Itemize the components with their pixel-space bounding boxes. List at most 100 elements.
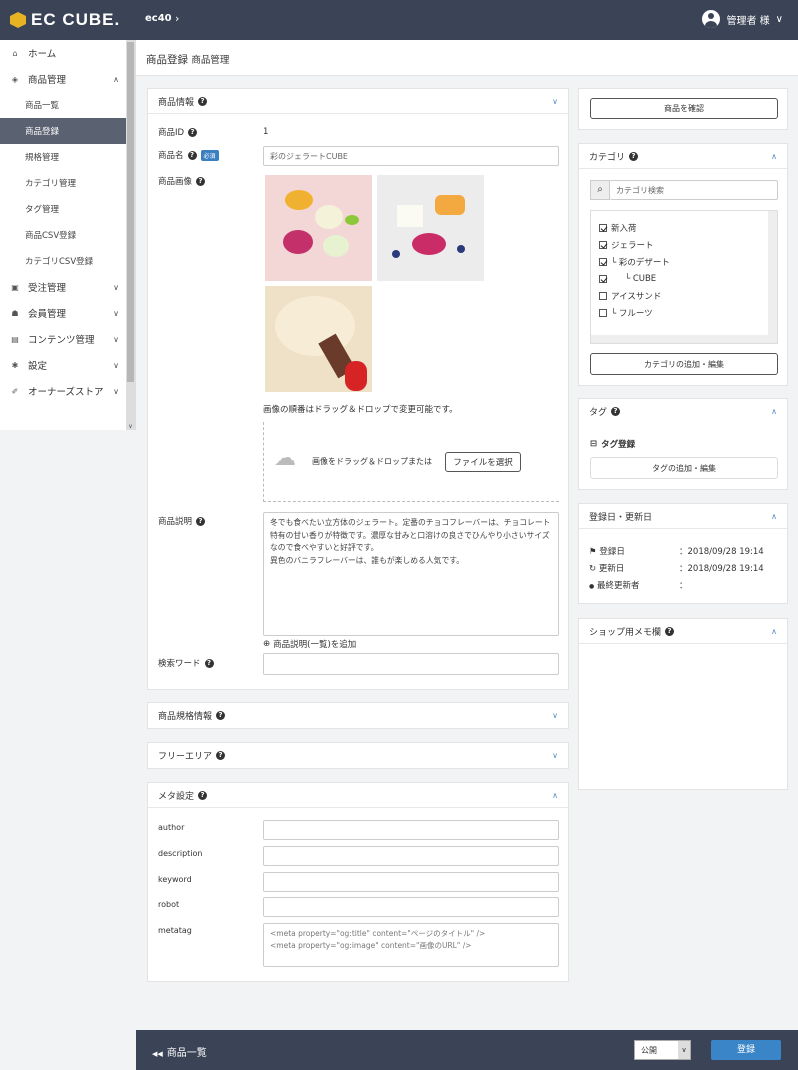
memo-textarea[interactable] — [579, 645, 787, 779]
help-icon[interactable]: ? — [188, 127, 198, 137]
card-title: タグ — [589, 408, 608, 418]
card-title: メタ設定 — [158, 791, 195, 802]
category-card: カテゴリ? ∧ ⌕ カテゴリ検索 新入荷 ジェラート └ 彩のデザート └ CUB… — [578, 143, 788, 386]
ec-cube-logo[interactable]: EC CUBE. — [10, 10, 120, 30]
help-icon[interactable]: ? — [216, 751, 226, 760]
product-image-2[interactable] — [377, 175, 484, 281]
sidebar-item-owners-store[interactable]: ✐ オーナーズストア ∨ — [0, 378, 127, 404]
chevron-up-icon[interactable]: ∧ — [771, 152, 777, 161]
category-edit-button[interactable]: カテゴリの追加・編集 — [590, 353, 778, 375]
help-icon[interactable]: ? — [665, 626, 675, 636]
sidebar-item-contents[interactable]: ▤ コンテンツ管理 ∨ — [0, 326, 127, 352]
help-icon[interactable]: ? — [187, 150, 197, 160]
category-search[interactable]: ⌕ カテゴリ検索 — [590, 180, 778, 200]
category-search-input[interactable]: カテゴリ検索 — [610, 180, 778, 200]
category-header[interactable]: カテゴリ? ∧ — [579, 144, 787, 169]
robot-input[interactable] — [263, 897, 559, 917]
sidebar-item-home[interactable]: ⌂ ホーム — [0, 40, 127, 66]
scrollbar-thumb[interactable] — [127, 42, 134, 382]
robot-label: robot — [158, 900, 180, 909]
sidebar-subitem-product-csv[interactable]: 商品CSV登録 — [0, 222, 127, 248]
tag-edit-button[interactable]: タグの追加・編集 — [590, 457, 778, 479]
chevron-up-icon[interactable]: ∧ — [771, 512, 777, 521]
file-select-button[interactable]: ファイルを選択 — [445, 452, 521, 472]
save-button[interactable]: 登録 — [711, 1040, 781, 1060]
help-icon[interactable]: ? — [198, 96, 208, 106]
user-menu[interactable]: 管理者 様 ∨ — [702, 10, 783, 28]
drop-text: 画像をドラッグ＆ドロップまたは — [312, 457, 432, 466]
tag-header[interactable]: タグ? ∧ — [579, 399, 787, 424]
chevron-up-icon[interactable]: ∧ — [771, 407, 777, 416]
back-to-list-link[interactable]: ◀◀ 商品一覧 — [152, 1044, 207, 1059]
product-info-header[interactable]: 商品情報? ∨ — [148, 89, 568, 114]
category-item[interactable]: └ フルーツ — [599, 304, 777, 321]
category-item[interactable]: ジェラート — [599, 236, 777, 253]
help-icon[interactable]: ? — [198, 790, 208, 800]
checkbox[interactable] — [599, 291, 607, 300]
product-image-1[interactable] — [265, 175, 372, 281]
sidebar-item-settings[interactable]: ✱ 設定 ∨ — [0, 352, 127, 378]
sidebar-subitem-product-register[interactable]: 商品登録 — [0, 118, 127, 144]
sidebar-item-customers[interactable]: ☗ 会員管理 ∨ — [0, 300, 127, 326]
category-item[interactable]: └ 彩のデザート — [599, 253, 777, 270]
sidebar-item-orders[interactable]: ▣ 受注管理 ∨ — [0, 274, 127, 300]
keyword-input[interactable] — [263, 872, 559, 892]
sidebar-scrollbar[interactable]: ∨ — [126, 40, 135, 430]
sidebar-subitem-class[interactable]: 規格管理 — [0, 144, 127, 170]
status-select[interactable]: 公開 ∨ — [634, 1040, 691, 1060]
checkbox[interactable] — [599, 240, 607, 249]
shop-name-link[interactable]: ec40 — [145, 13, 172, 24]
search-word-input[interactable] — [263, 653, 559, 675]
chevron-down-icon[interactable]: ∨ — [552, 711, 558, 720]
memo-header[interactable]: ショップ用メモ欄? ∧ — [579, 619, 787, 644]
chevron-up-icon: ∧ — [113, 74, 119, 84]
sidebar: ⌂ ホーム ◈ 商品管理 ∧ 商品一覧 商品登録 規格管理 カテゴリ管理 タグ管理 商… — [0, 40, 136, 430]
card-title: 商品情報 — [158, 97, 195, 108]
author-input[interactable] — [263, 820, 559, 840]
checkbox[interactable] — [599, 223, 607, 232]
preview-product-button[interactable]: 商品を確認 — [590, 98, 778, 119]
description-textarea[interactable]: 冬でも食べたい立方体のジェラート。定番のチョコフレーバーは、チョコレート特有の甘… — [263, 512, 559, 636]
scroll-down-arrow-icon[interactable]: ∨ — [126, 423, 135, 430]
home-icon: ⌂ — [12, 48, 18, 58]
sidebar-subitem-category-csv[interactable]: カテゴリCSV登録 — [0, 248, 127, 274]
category-item[interactable]: アイスサンド — [599, 287, 777, 304]
product-name-input[interactable]: 彩のジェラートCUBE — [263, 146, 559, 166]
help-icon[interactable]: ? — [204, 658, 214, 668]
product-spec-header[interactable]: 商品規格情報? ∨ — [148, 703, 568, 728]
description-meta-input[interactable] — [263, 846, 559, 866]
chevron-down-icon[interactable]: ∨ — [552, 97, 558, 106]
category-scrollbar[interactable] — [768, 211, 777, 343]
help-icon[interactable]: ? — [216, 711, 226, 720]
chevron-down-icon: ∨ — [113, 282, 119, 292]
cloud-upload-icon: ☁ — [274, 446, 296, 471]
keyword-label: keyword — [158, 875, 192, 884]
checkbox[interactable] — [599, 257, 607, 266]
sidebar-subitem-category[interactable]: カテゴリ管理 — [0, 170, 127, 196]
checkbox[interactable] — [599, 274, 607, 283]
category-h-scrollbar[interactable] — [591, 335, 768, 343]
help-icon[interactable]: ? — [196, 176, 206, 186]
help-icon[interactable]: ? — [196, 516, 206, 526]
chevron-up-icon[interactable]: ∧ — [771, 627, 777, 636]
free-area-header[interactable]: フリーエリア? ∨ — [148, 743, 568, 768]
chevron-down-icon[interactable]: ∨ — [552, 751, 558, 760]
product-image-3[interactable] — [265, 286, 372, 392]
card-title: ショップ用メモ欄 — [589, 627, 662, 638]
sidebar-item-products[interactable]: ◈ 商品管理 ∧ — [0, 66, 127, 92]
checkbox[interactable] — [599, 308, 607, 317]
category-item[interactable]: └ CUBE — [599, 270, 777, 287]
product-spec-card: 商品規格情報? ∨ — [147, 702, 569, 729]
sidebar-subitem-tag[interactable]: タグ管理 — [0, 196, 127, 222]
meta-header[interactable]: メタ設定? ∧ — [148, 783, 568, 808]
description-label: 商品説明? — [158, 515, 206, 527]
refresh-icon: ↻ — [589, 564, 597, 574]
metatag-textarea[interactable]: <meta property="og:title" content="ページのタ… — [263, 923, 559, 967]
add-description-list-link[interactable]: ⊕ 商品説明(一覧)を追加 — [263, 638, 356, 650]
help-icon[interactable]: ? — [629, 151, 639, 161]
chevron-up-icon[interactable]: ∧ — [552, 791, 558, 800]
category-item[interactable]: 新入荷 — [599, 219, 777, 236]
date-header[interactable]: 登録日・更新日 ∧ — [579, 504, 787, 529]
sidebar-subitem-product-list[interactable]: 商品一覧 — [0, 92, 127, 118]
help-icon[interactable]: ? — [611, 407, 621, 416]
